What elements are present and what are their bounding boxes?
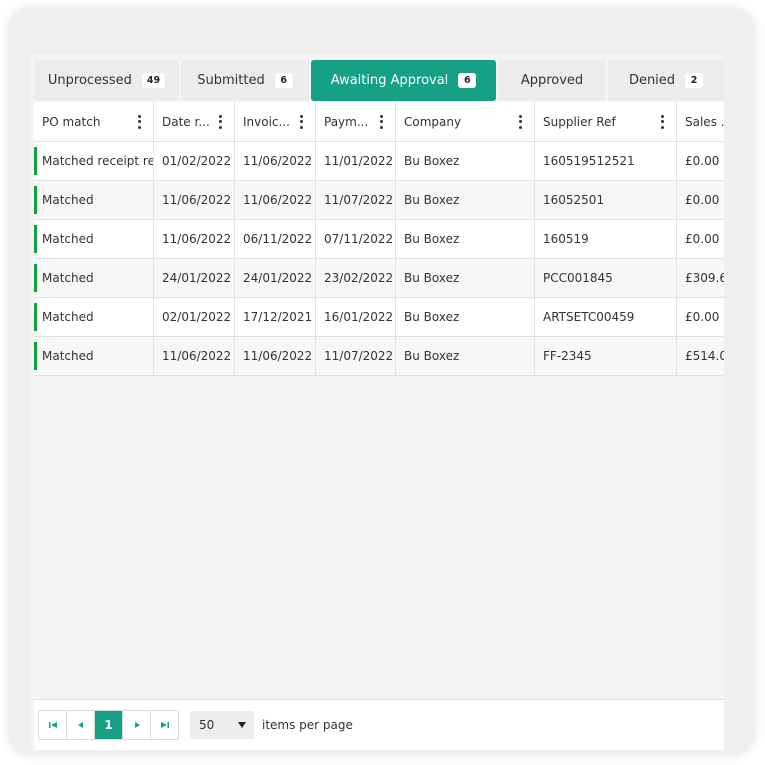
cell-invoice-date: 11/06/2022	[235, 337, 316, 375]
cell-company: Bu Boxez	[396, 181, 535, 219]
column-title: Paym...	[324, 114, 369, 129]
column-header-supplier-ref[interactable]: Supplier Ref	[535, 102, 677, 141]
column-menu-icon[interactable]	[518, 114, 522, 129]
cell-company: Bu Boxez	[396, 298, 535, 336]
column-menu-icon[interactable]	[299, 114, 303, 129]
pagination-bar: 1 50 items per page	[34, 699, 724, 750]
cell-po-match: Matched	[34, 220, 154, 258]
tab-unprocessed[interactable]: Unprocessed 49	[34, 60, 179, 101]
column-header-sales[interactable]: Sales ...	[677, 102, 724, 141]
column-header-company[interactable]: Company	[396, 102, 535, 141]
table-row[interactable]: Matched 11/06/2022 11/06/2022 11/07/2022…	[34, 337, 724, 376]
column-menu-icon[interactable]	[137, 114, 141, 129]
cell-payment-date: 11/07/2022	[316, 181, 396, 219]
cell-company: Bu Boxez	[396, 337, 535, 375]
cell-payment-date: 23/02/2022	[316, 259, 396, 297]
column-menu-icon[interactable]	[218, 114, 222, 129]
cell-date-received: 01/02/2022	[154, 142, 235, 180]
cell-invoice-date: 24/01/2022	[235, 259, 316, 297]
tab-submitted[interactable]: Submitted 6	[181, 60, 309, 101]
cell-po-match: Matched	[34, 298, 154, 336]
tab-label: Approved	[520, 73, 584, 88]
column-header-invoice-date[interactable]: Invoic...	[235, 102, 316, 141]
tab-label: Denied	[628, 73, 676, 88]
page-navigation: 1	[38, 710, 179, 740]
cell-payment-date: 11/01/2022	[316, 142, 396, 180]
cell-supplier-ref: 160519512521	[535, 142, 677, 180]
cell-date-received: 11/06/2022	[154, 337, 235, 375]
cell-supplier-ref: 160519	[535, 220, 677, 258]
column-title: Company	[404, 114, 462, 129]
prev-page-icon[interactable]	[67, 711, 95, 739]
current-page-button[interactable]: 1	[95, 711, 123, 739]
cell-date-received: 24/01/2022	[154, 259, 235, 297]
page-size-value: 50	[199, 718, 215, 732]
table-header: PO match Date r... Invoic... Paym... Com…	[34, 102, 724, 142]
cell-po-match: Matched	[34, 337, 154, 375]
count-badge: 6	[458, 73, 477, 88]
invoice-grid-panel: Unprocessed 49 Submitted 6 Awaiting Appr…	[31, 54, 724, 750]
column-menu-icon[interactable]	[660, 114, 664, 129]
cell-sales: £0.00	[685, 193, 720, 207]
cell-date-received: 02/01/2022	[154, 298, 235, 336]
cell-sales: £0.00	[685, 310, 720, 324]
count-badge: 2	[685, 73, 704, 88]
cell-po-match: Matched	[34, 259, 154, 297]
cell-company: Bu Boxez	[396, 142, 535, 180]
page-size-select[interactable]: 50	[190, 711, 254, 739]
next-page-icon[interactable]	[123, 711, 151, 739]
first-page-icon[interactable]	[39, 711, 67, 739]
tab-label: Unprocessed	[47, 73, 132, 88]
cell-invoice-date: 17/12/2021	[235, 298, 316, 336]
tab-label: Awaiting Approval	[330, 73, 449, 88]
chevron-down-icon	[238, 722, 246, 728]
cell-invoice-date: 11/06/2022	[235, 142, 316, 180]
invoice-table: PO match Date r... Invoic... Paym... Com…	[34, 102, 724, 376]
cell-sales: £0.00	[685, 232, 720, 246]
column-title: PO match	[42, 114, 101, 129]
table-row[interactable]: Matched 11/06/2022 11/06/2022 11/07/2022…	[34, 181, 724, 220]
column-title: Supplier Ref	[543, 114, 616, 129]
count-badge: 6	[274, 73, 293, 88]
column-menu-icon[interactable]	[379, 114, 383, 129]
cell-payment-date: 11/07/2022	[316, 337, 396, 375]
items-per-page-label: items per page	[262, 718, 353, 732]
column-header-payment-date[interactable]: Paym...	[316, 102, 396, 141]
cell-date-received: 11/06/2022	[154, 220, 235, 258]
cell-company: Bu Boxez	[396, 220, 535, 258]
column-header-date-received[interactable]: Date r...	[154, 102, 235, 141]
cell-payment-date: 07/11/2022	[316, 220, 396, 258]
cell-sales: £309.68	[685, 271, 724, 285]
tab-label: Submitted	[197, 73, 265, 88]
column-title: Invoic...	[243, 114, 290, 129]
cell-supplier-ref: FF-2345	[535, 337, 677, 375]
cell-supplier-ref: ARTSETC00459	[535, 298, 677, 336]
column-header-po-match[interactable]: PO match	[34, 102, 154, 141]
cell-po-match: Matched receipt re'	[34, 142, 154, 180]
cell-invoice-date: 11/06/2022	[235, 181, 316, 219]
tab-awaiting-approval[interactable]: Awaiting Approval 6	[311, 60, 496, 101]
status-tabs: Unprocessed 49 Submitted 6 Awaiting Appr…	[31, 54, 724, 102]
table-row[interactable]: Matched 11/06/2022 06/11/2022 07/11/2022…	[34, 220, 724, 259]
table-row[interactable]: Matched 24/01/2022 24/01/2022 23/02/2022…	[34, 259, 724, 298]
column-title: Sales ...	[685, 114, 724, 129]
table-row[interactable]: Matched 02/01/2022 17/12/2021 16/01/2022…	[34, 298, 724, 337]
cell-date-received: 11/06/2022	[154, 181, 235, 219]
cell-invoice-date: 06/11/2022	[235, 220, 316, 258]
cell-po-match: Matched	[34, 181, 154, 219]
tab-approved[interactable]: Approved	[498, 60, 606, 101]
tab-denied[interactable]: Denied 2	[608, 60, 724, 101]
count-badge: 49	[141, 73, 166, 88]
cell-supplier-ref: PCC001845	[535, 259, 677, 297]
last-page-icon[interactable]	[151, 711, 178, 739]
cell-payment-date: 16/01/2022	[316, 298, 396, 336]
cell-sales: £514.0	[685, 349, 724, 363]
cell-company: Bu Boxez	[396, 259, 535, 297]
cell-supplier-ref: 16052501	[535, 181, 677, 219]
column-title: Date r...	[162, 114, 210, 129]
table-row[interactable]: Matched receipt re' 01/02/2022 11/06/202…	[34, 142, 724, 181]
cell-sales: £0.00	[685, 154, 720, 168]
